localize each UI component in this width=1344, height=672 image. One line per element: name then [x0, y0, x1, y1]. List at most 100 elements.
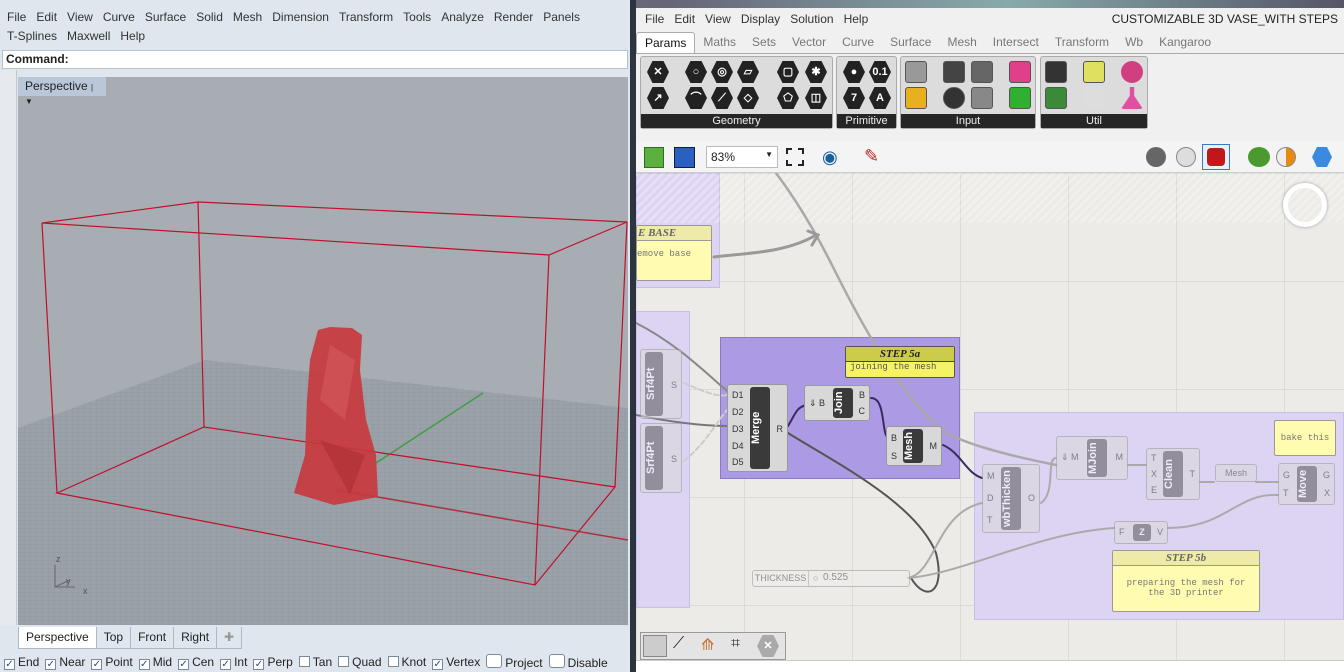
box-param-icon[interactable]: ▢: [777, 61, 799, 83]
command-line[interactable]: Command:: [2, 50, 628, 69]
checkbox[interactable]: [548, 654, 565, 668]
gh-canvas[interactable]: E BASE emove base STEP 5a joining the me…: [636, 173, 1344, 660]
note-bake-this[interactable]: bake this: [1274, 420, 1336, 456]
unit-z-component[interactable]: FZV: [1114, 521, 1168, 544]
osnap-point[interactable]: ✓ Point: [91, 655, 133, 670]
tab-maths[interactable]: Maths: [695, 32, 744, 53]
tab-surface[interactable]: Surface: [882, 32, 939, 53]
wbthicken-component[interactable]: M D TwbThicken O: [982, 464, 1040, 533]
menu-item-t-splines[interactable]: T-Splines: [2, 29, 62, 43]
zoom-extents-icon[interactable]: [786, 148, 804, 166]
arc-param-icon[interactable]: ⌒: [685, 87, 707, 109]
flask-icon[interactable]: [1121, 87, 1143, 109]
tab-kangaroo[interactable]: Kangaroo: [1151, 32, 1219, 53]
viewport-title-tab[interactable]: Perspective |▼: [18, 77, 106, 106]
menu-item-help[interactable]: Help: [115, 29, 150, 43]
circle-param-icon[interactable]: ○: [685, 61, 707, 83]
preview-selected-icon[interactable]: [1248, 147, 1270, 167]
srf4pt-component-1[interactable]: Srf4Pt S: [640, 349, 682, 419]
geometry-param-icon[interactable]: ✕: [647, 61, 669, 83]
checkbox[interactable]: ✓: [178, 658, 190, 670]
checkbox[interactable]: ✓: [91, 658, 103, 670]
menu-item-mesh[interactable]: Mesh: [228, 10, 267, 24]
palette-label[interactable]: Util: [1041, 114, 1147, 128]
menu-item-edit[interactable]: Edit: [31, 10, 62, 24]
tab-transform[interactable]: Transform: [1047, 32, 1117, 53]
menu-item-dimension[interactable]: Dimension: [267, 10, 334, 24]
note-remove-base[interactable]: E BASE emove base: [636, 225, 712, 281]
mesh-param[interactable]: Mesh: [1215, 464, 1257, 482]
perspective-viewport[interactable]: z y x: [18, 77, 628, 625]
checkbox[interactable]: ✓: [253, 658, 265, 670]
palette-label[interactable]: Input: [901, 114, 1035, 128]
curve-param-icon[interactable]: ◎: [711, 61, 733, 83]
checkbox[interactable]: ✓: [432, 658, 444, 670]
tab-intersect[interactable]: Intersect: [985, 32, 1047, 53]
galapagos-icon[interactable]: [1121, 61, 1143, 83]
param-viewer-icon[interactable]: [1045, 61, 1067, 83]
align-widget-icon[interactable]: ⌗: [731, 635, 740, 653]
integer-param-icon[interactable]: 7: [843, 87, 865, 109]
srf4pt-component-2[interactable]: Srf4Pt S: [640, 423, 682, 493]
osnap-vertex[interactable]: ✓ Vertex: [432, 655, 480, 670]
menu-item-surface[interactable]: Surface: [140, 10, 191, 24]
tab-vector[interactable]: Vector: [784, 32, 834, 53]
tab-sets[interactable]: Sets: [744, 32, 784, 53]
menu-item-tools[interactable]: Tools: [398, 10, 436, 24]
tab-perspective[interactable]: Perspective: [18, 627, 97, 649]
clean-component[interactable]: T X E Clean T: [1146, 448, 1200, 500]
menu-item-curve[interactable]: Curve: [98, 10, 140, 24]
wire-widget-icon[interactable]: ⟋: [673, 635, 684, 653]
rectangle-param-icon[interactable]: ◇: [737, 87, 759, 109]
gh-menu-item-solution[interactable]: Solution: [785, 12, 838, 26]
tab-mesh[interactable]: Mesh: [939, 32, 984, 53]
left-toolbar[interactable]: [0, 70, 17, 625]
tab-right[interactable]: Right: [173, 627, 218, 649]
gh-menu-item-help[interactable]: Help: [839, 12, 874, 26]
line-param-icon[interactable]: ⟋: [711, 87, 733, 109]
quick-graph-icon[interactable]: [1045, 87, 1067, 109]
preview-mesh-quality-icon[interactable]: [1276, 147, 1296, 167]
osnap-end[interactable]: ✓ End: [4, 655, 39, 670]
toggle-icon[interactable]: [943, 61, 965, 83]
checkbox[interactable]: [387, 656, 399, 667]
menu-item-panels[interactable]: Panels: [538, 10, 585, 24]
zoom-select[interactable]: 83% ▼: [706, 146, 778, 168]
open-file-icon[interactable]: [644, 147, 664, 168]
menu-item-transform[interactable]: Transform: [334, 10, 398, 24]
button-icon[interactable]: [943, 87, 965, 109]
tab-wb[interactable]: Wb: [1117, 32, 1151, 53]
palette-swatch-icon[interactable]: [1009, 87, 1031, 109]
number-param-icon[interactable]: 0.1: [869, 61, 891, 83]
menu-item-view[interactable]: View: [62, 10, 98, 24]
tab-front[interactable]: Front: [130, 627, 175, 649]
osnap-quad[interactable]: Quad: [338, 655, 382, 669]
slider-grip-icon[interactable]: ○: [813, 573, 818, 583]
move-component[interactable]: G T Move G X: [1278, 463, 1335, 505]
osnap-cen[interactable]: ✓ Cen: [178, 655, 214, 670]
checkbox[interactable]: ✓: [220, 658, 232, 670]
checkbox[interactable]: ✓: [138, 658, 150, 670]
close-icon[interactable]: ✕: [757, 635, 779, 657]
checkbox[interactable]: [486, 654, 503, 668]
osnap-disable[interactable]: Disable: [548, 654, 608, 670]
osnap-knot[interactable]: Knot: [387, 655, 426, 669]
canvas-navigation-wheel[interactable]: [1283, 183, 1327, 227]
brep-param-icon[interactable]: ⬠: [777, 87, 799, 109]
scribble-icon[interactable]: [1083, 87, 1105, 109]
tab-curve[interactable]: Curve: [834, 32, 882, 53]
boolean-param-icon[interactable]: ●: [843, 61, 865, 83]
sketch-pen-icon[interactable]: ✎: [864, 146, 879, 167]
menu-item-analyze[interactable]: Analyze: [436, 10, 489, 24]
merge-component[interactable]: D1 D2 D3 D4 D5 Merge R: [727, 384, 788, 472]
tab-top[interactable]: Top: [95, 627, 132, 649]
mjoin-component[interactable]: ⇓ M MJoin M: [1056, 436, 1128, 480]
checkbox[interactable]: [338, 656, 350, 667]
tab-params[interactable]: Params: [636, 32, 696, 53]
text-param-icon[interactable]: A: [869, 87, 891, 109]
checkbox[interactable]: ✓: [4, 658, 15, 670]
gh-menu-item-edit[interactable]: Edit: [669, 12, 700, 26]
join-component[interactable]: ⇓ B Join B C: [804, 385, 870, 421]
vector-param-icon[interactable]: ↗: [647, 87, 669, 109]
checkbox[interactable]: [298, 656, 310, 667]
